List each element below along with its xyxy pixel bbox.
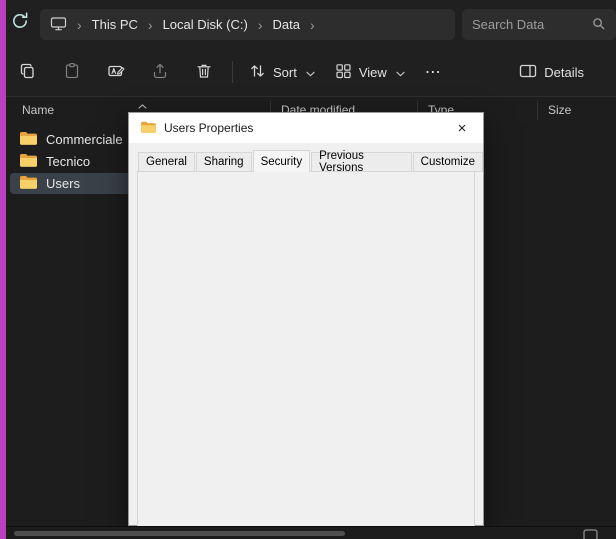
command-bar: Sort View ⋯ Details: [0, 48, 616, 97]
tab-previous-versions[interactable]: Previous Versions: [311, 152, 412, 172]
folder-icon: [20, 153, 37, 170]
file-name: Commerciale: [46, 132, 123, 147]
search-input[interactable]: Search Data: [462, 9, 616, 40]
rename-button[interactable]: [94, 55, 138, 89]
tab-general[interactable]: General: [138, 152, 195, 172]
tab-security[interactable]: Security: [253, 150, 311, 172]
chevron-down-icon: [396, 65, 405, 80]
ellipsis-icon: ⋯: [425, 62, 441, 82]
chevron-right-icon[interactable]: ›: [76, 18, 83, 32]
paste-icon: [63, 62, 81, 83]
view-button[interactable]: View: [325, 55, 415, 89]
search-placeholder: Search Data: [472, 17, 591, 32]
chevron-right-icon[interactable]: ›: [309, 18, 316, 32]
share-button[interactable]: [138, 55, 182, 89]
copy-button[interactable]: [6, 55, 50, 89]
folder-icon: [20, 131, 37, 148]
trash-icon: [195, 62, 213, 83]
folder-icon: [20, 175, 37, 192]
more-options-button[interactable]: ⋯: [415, 55, 451, 89]
refresh-icon: [10, 11, 30, 36]
chevron-down-icon: [306, 65, 315, 80]
this-pc-icon[interactable]: [50, 16, 67, 34]
details-pane-button[interactable]: Details: [509, 55, 594, 89]
share-icon: [151, 62, 169, 83]
dialog-folder-icon: [141, 121, 156, 136]
column-divider[interactable]: [537, 101, 538, 120]
sort-ascending-icon: [138, 98, 147, 112]
close-icon[interactable]: ×: [441, 113, 483, 143]
users-properties-dialog: Users Properties × General Sharing Secur…: [128, 112, 484, 526]
status-corner-icon[interactable]: [583, 528, 598, 539]
breadcrumb-this-pc[interactable]: This PC: [92, 17, 138, 32]
delete-button[interactable]: [182, 55, 226, 89]
file-name: Users: [46, 176, 80, 191]
refresh-button[interactable]: [8, 11, 32, 35]
breadcrumb-local-disk[interactable]: Local Disk (C:): [163, 17, 248, 32]
dialog-title: Users Properties: [164, 121, 253, 135]
view-label: View: [359, 65, 387, 80]
sort-label: Sort: [273, 65, 297, 80]
breadcrumb-data[interactable]: Data: [273, 17, 300, 32]
search-icon[interactable]: [591, 16, 606, 34]
details-label: Details: [544, 65, 584, 80]
left-accent-strip: [0, 0, 6, 539]
tab-customize[interactable]: Customize: [413, 152, 483, 172]
column-header-size[interactable]: Size: [548, 103, 571, 117]
chevron-right-icon[interactable]: ›: [147, 18, 154, 32]
sort-icon: [249, 63, 266, 82]
view-grid-icon: [335, 63, 352, 82]
tab-content-panel: [137, 171, 475, 531]
tab-sharing[interactable]: Sharing: [196, 152, 252, 172]
horizontal-scrollbar-thumb[interactable]: [14, 531, 345, 536]
dialog-tabs: General Sharing Security Previous Versio…: [138, 150, 483, 172]
copy-icon: [19, 62, 37, 83]
toolbar-separator: [232, 61, 233, 83]
dialog-titlebar: Users Properties ×: [129, 113, 483, 143]
explorer-bottom-bar: [0, 526, 616, 539]
rename-icon: [107, 62, 126, 83]
column-header-name[interactable]: Name: [22, 103, 54, 117]
breadcrumb: › This PC › Local Disk (C:) › Data ›: [40, 9, 455, 40]
details-pane-icon: [519, 63, 537, 82]
paste-button[interactable]: [50, 55, 94, 89]
chevron-right-icon[interactable]: ›: [257, 18, 264, 32]
file-name: Tecnico: [46, 154, 90, 169]
sort-button[interactable]: Sort: [239, 55, 325, 89]
desktop-screenshot: › This PC › Local Disk (C:) › Data › Sea…: [0, 0, 616, 539]
